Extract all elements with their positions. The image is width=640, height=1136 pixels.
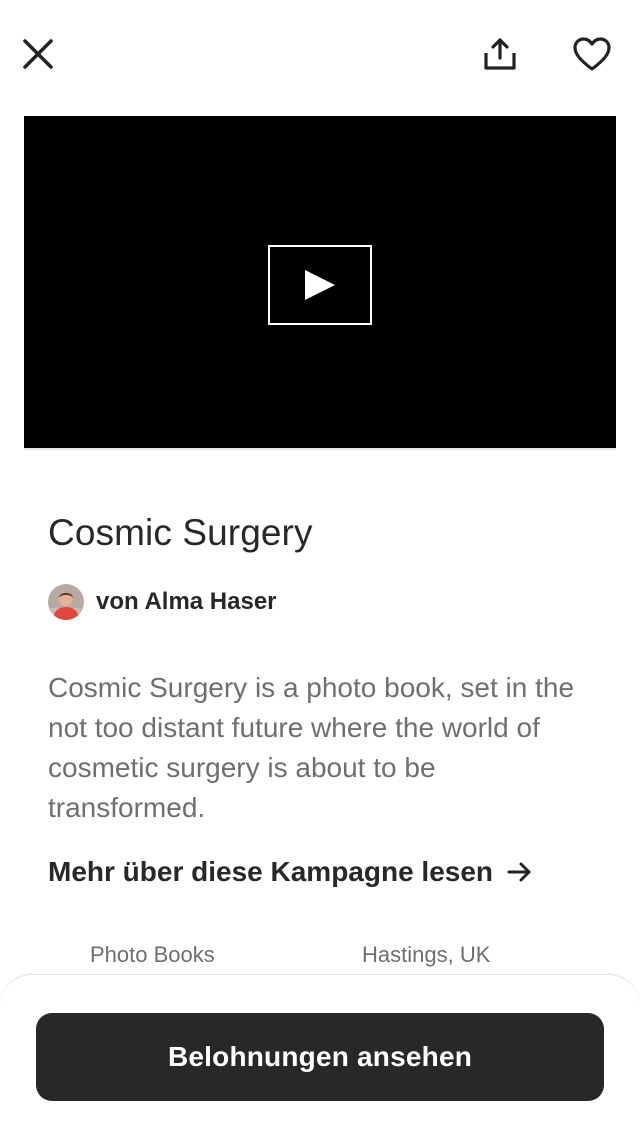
project-tags: Photo Books Hastings, UK	[0, 940, 640, 972]
heart-icon	[573, 37, 611, 71]
read-more-link[interactable]: Mehr über diese Kampagne lesen	[48, 856, 533, 888]
play-icon	[305, 270, 335, 300]
project-page: Cosmic Surgery von Alma Haser Cosmic Sur…	[0, 0, 640, 1136]
project-description: Cosmic Surgery is a photo book, set in t…	[48, 672, 575, 823]
close-icon	[23, 39, 53, 69]
view-rewards-button[interactable]: Belohnungen ansehen	[36, 1013, 604, 1101]
project-title: Cosmic Surgery	[48, 512, 313, 553]
favorite-button[interactable]	[568, 30, 616, 78]
bottom-action-bar: Belohnungen ansehen	[0, 974, 640, 1136]
arrow-right-icon	[507, 861, 533, 883]
category-tag[interactable]: Photo Books	[90, 942, 215, 968]
close-button[interactable]	[14, 30, 62, 78]
share-button[interactable]	[476, 30, 524, 78]
creator-name: von Alma Haser	[96, 588, 277, 615]
avatar	[48, 584, 84, 620]
video-player[interactable]	[24, 116, 616, 450]
read-more-label: Mehr über diese Kampagne lesen	[48, 856, 494, 887]
creator-link[interactable]: von Alma Haser	[48, 584, 277, 620]
top-bar	[0, 0, 640, 110]
share-icon	[484, 38, 516, 70]
play-button[interactable]	[268, 245, 372, 325]
location-tag[interactable]: Hastings, UK	[362, 942, 490, 968]
